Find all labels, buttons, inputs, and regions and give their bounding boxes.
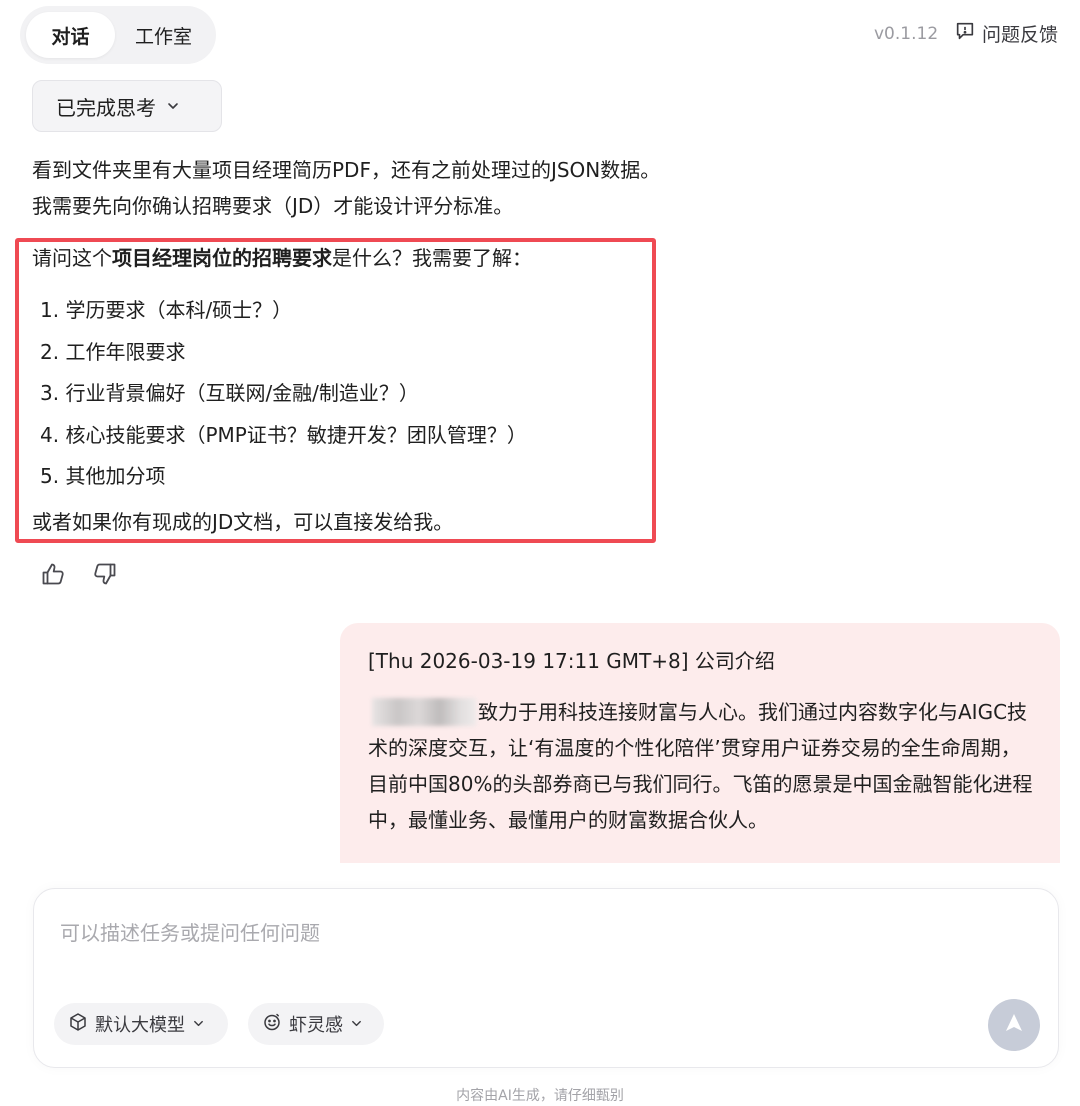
- model-label: 默认大模型: [95, 1015, 185, 1036]
- feedback-button[interactable]: 问题反馈: [954, 20, 1058, 47]
- cube-icon: [68, 1012, 88, 1037]
- chat-page: 对话 工作室 v0.1.12 问题反馈 已完成思考 看到文件夹里有大量项目经理简…: [0, 0, 1080, 1106]
- feedback-icon: [954, 20, 976, 47]
- version-label: v0.1.12: [874, 24, 939, 44]
- assistant-line-1: 看到文件夹里有大量项目经理简历PDF，还有之前处理过的JSON数据。: [32, 158, 661, 182]
- message-input[interactable]: [60, 917, 1020, 977]
- chevron-down-icon: [166, 94, 180, 118]
- composer: 默认大模型 虾灵感: [33, 888, 1059, 1068]
- thumbs-down-icon[interactable]: [90, 560, 118, 588]
- persona-label: 虾灵感: [289, 1015, 343, 1036]
- persona-selector[interactable]: 虾灵感: [248, 1003, 384, 1045]
- user-message-bubble: [Thu 2026-03-19 17:11 GMT+8] 公司介绍 致力于用科技…: [340, 623, 1060, 863]
- tab-studio[interactable]: 工作室: [117, 12, 210, 58]
- thinking-label: 已完成思考: [56, 95, 156, 120]
- requirements-question: 请问这个项目经理岗位的招聘要求是什么？我需要了解：: [32, 240, 532, 276]
- feedback-label: 问题反馈: [982, 24, 1059, 46]
- smiley-icon: [262, 1012, 282, 1037]
- model-selector[interactable]: 默认大模型: [54, 1003, 228, 1045]
- list-item: 5. 其他加分项: [40, 464, 166, 488]
- ai-disclaimer: 内容由AI生成，请仔细甄别: [456, 1088, 624, 1104]
- thumbs-up-icon[interactable]: [40, 560, 68, 588]
- requirements-list: 1. 学历要求（本科/硕士？） 2. 工作年限要求 3. 行业背景偏好（互联网/…: [40, 290, 527, 498]
- assistant-paragraph: 看到文件夹里有大量项目经理简历PDF，还有之前处理过的JSON数据。 我需要先向…: [32, 152, 660, 224]
- list-item: 4. 核心技能要求（PMP证书？敏捷开发？团队管理？）: [40, 422, 527, 447]
- assistant-line-2: 我需要先向你确认招聘要求（JD）才能设计评分标准。: [32, 194, 514, 218]
- chevron-down-icon: [192, 1014, 205, 1035]
- list-item: 2. 工作年限要求: [40, 339, 186, 364]
- send-arrow-icon: [1002, 1011, 1026, 1039]
- send-button[interactable]: [988, 999, 1040, 1051]
- message-actions: [40, 560, 118, 588]
- user-message-body: 致力于用科技连接财富与人心。我们通过内容数字化与AIGC技术的深度交互，让‘有温…: [368, 700, 1033, 832]
- user-message-meta: [Thu 2026-03-19 17:11 GMT+8] 公司介绍: [368, 649, 775, 673]
- list-item: 1. 学历要求（本科/硕士？）: [40, 298, 293, 322]
- question-bold: 项目经理岗位的招聘要求: [112, 246, 332, 270]
- chevron-down-icon: [350, 1014, 363, 1035]
- list-item: 3. 行业背景偏好（互联网/金融/制造业？）: [40, 381, 419, 405]
- thinking-toggle[interactable]: 已完成思考: [32, 80, 222, 132]
- question-suffix: 是什么？我需要了解：: [332, 246, 532, 270]
- assistant-closing: 或者如果你有现成的JD文档，可以直接发给我。: [32, 510, 454, 534]
- question-prefix: 请问这个: [32, 246, 112, 270]
- tab-chat[interactable]: 对话: [26, 12, 116, 58]
- mode-tabs: 对话 工作室: [20, 6, 216, 64]
